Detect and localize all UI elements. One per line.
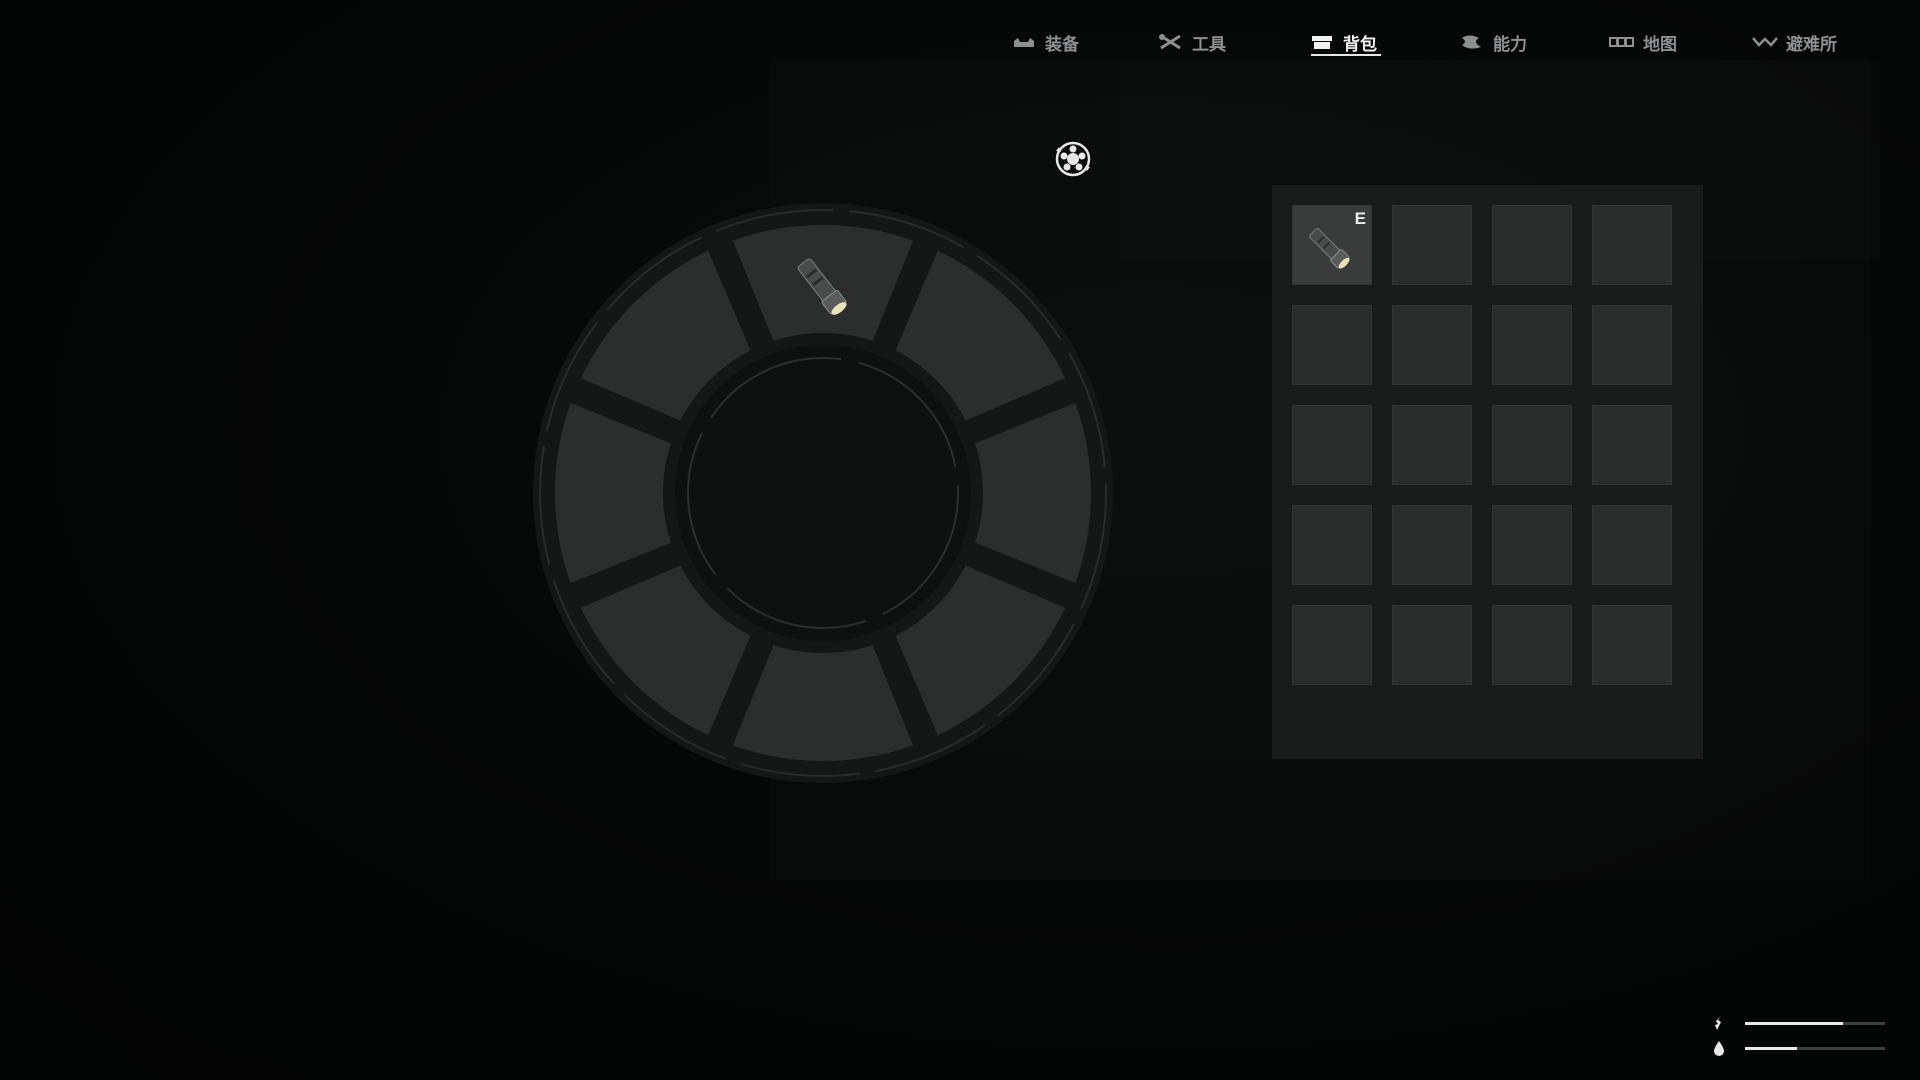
tab-label: 背包 bbox=[1343, 34, 1377, 54]
top-tab-bar: 装备 工具 背包 能力 地图 避难所 bbox=[1000, 22, 1880, 62]
inventory-slot[interactable] bbox=[1492, 305, 1572, 385]
stamina-icon bbox=[1715, 1016, 1721, 1030]
inventory-slot[interactable] bbox=[1292, 405, 1372, 485]
inventory-slot[interactable] bbox=[1592, 505, 1672, 585]
inventory-slot[interactable] bbox=[1392, 305, 1472, 385]
tools-icon bbox=[1159, 34, 1181, 50]
inventory-slot[interactable] bbox=[1592, 405, 1672, 485]
stamina-row bbox=[1705, 1014, 1905, 1032]
status-bars bbox=[1705, 1008, 1905, 1068]
inventory-slot[interactable] bbox=[1292, 605, 1372, 685]
inventory-slot[interactable] bbox=[1392, 605, 1472, 685]
inventory-slot[interactable] bbox=[1392, 405, 1472, 485]
shelter-icon bbox=[1752, 37, 1778, 47]
inventory-slot[interactable] bbox=[1292, 505, 1372, 585]
tab-label: 工具 bbox=[1192, 34, 1226, 54]
equipment-icon bbox=[1014, 38, 1034, 47]
wheel-center bbox=[675, 345, 971, 641]
inventory-slot[interactable] bbox=[1492, 405, 1572, 485]
rotate-control-icon[interactable] bbox=[1053, 139, 1093, 179]
tab-label: 避难所 bbox=[1786, 34, 1837, 54]
tab-map[interactable]: 地图 bbox=[1609, 22, 1677, 62]
inventory-slot[interactable] bbox=[1592, 305, 1672, 385]
tab-label: 地图 bbox=[1643, 34, 1677, 54]
inventory-slot[interactable] bbox=[1392, 205, 1472, 285]
stamina-bar-fill bbox=[1745, 1022, 1843, 1025]
tab-ability[interactable]: 能力 bbox=[1459, 22, 1527, 62]
backpack-icon bbox=[1312, 36, 1332, 49]
inventory-slot[interactable] bbox=[1492, 505, 1572, 585]
quick-select-wheel bbox=[533, 203, 1113, 783]
flashlight-icon bbox=[1309, 228, 1350, 269]
tab-equipment[interactable]: 装备 bbox=[1011, 22, 1079, 62]
inventory-slot[interactable] bbox=[1292, 305, 1372, 385]
water-drop-icon bbox=[1714, 1041, 1724, 1056]
inventory-slot[interactable] bbox=[1492, 605, 1572, 685]
map-icon bbox=[1609, 37, 1634, 47]
tab-label: 装备 bbox=[1045, 34, 1079, 54]
tab-shelter[interactable]: 避难所 bbox=[1752, 22, 1837, 62]
key-hint: E bbox=[1354, 209, 1366, 228]
inventory-slot-flashlight[interactable]: E bbox=[1292, 205, 1372, 285]
inventory-slot[interactable] bbox=[1392, 505, 1472, 585]
hydration-row bbox=[1705, 1039, 1905, 1057]
inventory-panel: E bbox=[1272, 185, 1703, 759]
inventory-slot[interactable] bbox=[1592, 205, 1672, 285]
inventory-slot[interactable] bbox=[1492, 205, 1572, 285]
tab-tools[interactable]: 工具 bbox=[1158, 22, 1226, 62]
stamina-bar bbox=[1745, 1022, 1885, 1025]
tab-backpack[interactable]: 背包 bbox=[1309, 22, 1381, 62]
ability-icon bbox=[1462, 35, 1481, 49]
inventory-slot[interactable] bbox=[1592, 605, 1672, 685]
game-screen: 装备 工具 背包 能力 地图 避难所 E bbox=[0, 0, 1920, 1080]
tab-label: 能力 bbox=[1493, 34, 1527, 54]
hydration-bar bbox=[1745, 1047, 1885, 1050]
hydration-bar-fill bbox=[1745, 1047, 1797, 1050]
